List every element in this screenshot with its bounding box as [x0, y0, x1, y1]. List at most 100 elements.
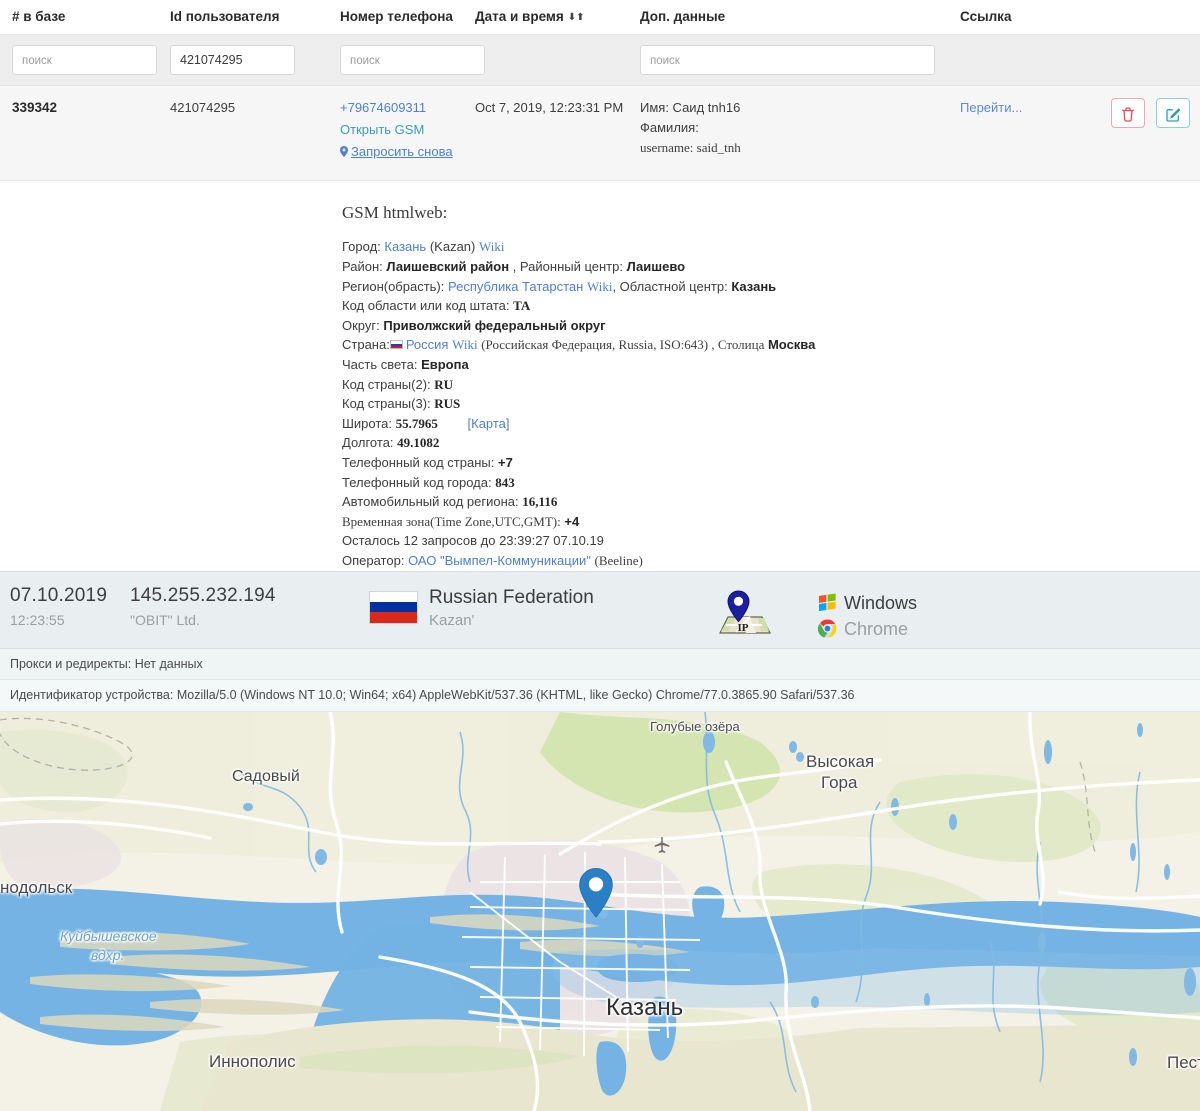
table-head: # в базе Id пользователя Номер телефона … — [0, 0, 1200, 35]
filter-cell-user-id — [170, 34, 340, 86]
search-input-phone[interactable] — [340, 45, 485, 75]
cell-id-base: 339342 — [0, 85, 170, 182]
goto-link[interactable]: Перейти... — [960, 100, 1022, 115]
gsm-line-cc3-value: RUS — [434, 396, 461, 412]
filter-cell-actions — [1090, 34, 1200, 86]
gsm-line-country-phone-code-label: Телефонный код страны: — [342, 454, 495, 470]
gsm-line-city-link[interactable]: Казань — [384, 239, 426, 254]
search-input-extra[interactable] — [640, 45, 935, 75]
ip-info-band: 07.10.2019 12:23:55 145.255.232.194 "OBI… — [0, 570, 1200, 649]
col-header-link[interactable]: Ссылка — [960, 0, 1200, 35]
gsm-line-cc2-value: RU — [434, 376, 454, 392]
gsm-line-longitude-label: Долгота: — [342, 435, 394, 451]
gsm-line-country-link[interactable]: Россия — [406, 337, 449, 352]
gsm-detail-lines: Город: Казань (Kazan) Wiki Район: Лаишев… — [342, 237, 1200, 570]
user-agent-row: Идентификатор устройства: Mozilla/5.0 (W… — [0, 679, 1200, 712]
ip-client-block: Windows Chrome — [817, 591, 917, 643]
col-header-extra-label: Доп. данные — [640, 9, 726, 24]
gsm-line-car-region-code-label: Автомобильный код региона: — [342, 494, 519, 510]
proxy-info-text: Прокси и редиректы: Нет данных — [10, 656, 203, 671]
search-input-id-base[interactable] — [12, 45, 157, 75]
gsm-line-country-wiki[interactable]: Wiki — [452, 337, 477, 352]
gsm-line-district-center-value: Лаишево — [626, 259, 686, 275]
header-row: # в базе Id пользователя Номер телефона … — [0, 0, 1200, 35]
gsm-line-cc2: Код страны(2): RU — [342, 375, 1200, 395]
table-body: 339342 421074295 +79674609311 Открыть GS… — [0, 34, 1200, 182]
gsm-map-link[interactable]: [Карта] — [468, 416, 510, 431]
ip-date-value: 07.10.2019 — [10, 584, 108, 606]
col-header-user-id[interactable]: Id пользователя — [170, 0, 340, 35]
edit-button[interactable] — [1156, 98, 1191, 128]
gsm-line-operator-link[interactable]: ОАО "Вымпел-Коммуникации" — [408, 553, 591, 568]
gsm-line-region-wiki[interactable]: Wiki — [587, 279, 612, 294]
open-gsm-link[interactable]: Открыть GSM — [340, 120, 465, 140]
gsm-line-district-center-label: , Районный центр: — [512, 259, 623, 275]
gsm-line-cc3: Код страны(3): RUS — [342, 394, 1200, 414]
gsm-line-longitude-value: 49.1082 — [397, 435, 440, 451]
datetime-value: Oct 7, 2019, 12:23:31 PM — [475, 100, 624, 115]
gsm-line-latitude-value: 55.7965 — [395, 415, 438, 431]
gsm-line-region-link[interactable]: Республика Татарстан — [448, 279, 583, 294]
request-again-label: Запросить снова — [351, 144, 453, 160]
ip-location-block: Russian Federation Kazan' — [370, 586, 594, 629]
gsm-line-okrug-label: Округ: — [342, 317, 380, 333]
gsm-line-country-phone-code: Телефонный код страны: +7 — [342, 453, 1200, 473]
col-header-datetime[interactable]: Дата и время ⬇⬆ — [475, 0, 640, 35]
gsm-line-country-label: Страна: — [342, 337, 390, 353]
gsm-line-country-phone-code-value: +7 — [497, 454, 513, 470]
ip-browser-row: Chrome — [817, 617, 917, 643]
proxy-info-row: Прокси и редиректы: Нет данных — [0, 648, 1200, 680]
col-header-link-label: Ссылка — [960, 9, 1012, 24]
gsm-line-cc2-label: Код страны(2): — [342, 376, 431, 392]
ip-address-block: 145.255.232.194 "OBIT" Ltd. — [130, 585, 276, 628]
col-header-phone[interactable]: Номер телефона — [340, 0, 475, 35]
sort-arrows-icon[interactable]: ⬇⬆ — [568, 13, 585, 23]
gsm-line-state-code-label: Код области или код штата: — [342, 298, 510, 314]
chrome-logo-icon — [817, 618, 837, 641]
ip-time-value: 12:23:55 — [10, 611, 65, 628]
gsm-line-region-center-value: Казань — [731, 278, 777, 294]
gsm-line-region: Регион(обрасть): Республика Татарстан Wi… — [342, 277, 1200, 297]
gsm-line-cc3-label: Код страны(3): — [342, 396, 431, 412]
gsm-line-okrug-value: Приволжский федеральный округ — [383, 317, 606, 333]
trash-icon — [1122, 107, 1135, 122]
ip-city-value: Kazan' — [429, 611, 475, 629]
gsm-line-continent-label: Часть света: — [342, 356, 418, 372]
delete-button[interactable] — [1111, 98, 1146, 128]
gsm-line-district-label: Район: — [342, 259, 383, 275]
col-header-id-base-label: # в базе — [12, 9, 66, 24]
ip-browser-label: Chrome — [844, 619, 909, 640]
gsm-line-okrug: Округ: Приволжский федеральный округ — [342, 316, 1200, 336]
gsm-line-continent-value: Европа — [421, 356, 469, 372]
cell-link: Перейти... — [960, 85, 1090, 182]
col-header-datetime-label: Дата и время — [475, 9, 564, 24]
cell-datetime: Oct 7, 2019, 12:23:31 PM — [475, 85, 640, 182]
gsm-line-city-latin: (Kazan) — [429, 239, 476, 255]
filter-cell-id-base — [0, 34, 170, 86]
gsm-line-city: Город: Казань (Kazan) Wiki — [342, 237, 1200, 257]
gsm-line-district-value: Лаишевский район — [386, 259, 510, 275]
map-view[interactable]: Голубые озёра Высокая Гора Садовый нодольск К… — [0, 711, 1200, 1111]
extra-line-surname: Фамилия: — [640, 120, 699, 136]
gsm-line-car-region-code-value: 16,116 — [522, 494, 558, 510]
ip-os-label: Windows — [844, 593, 918, 614]
gsm-line-country-capital: Москва — [767, 337, 816, 353]
col-header-extra[interactable]: Доп. данные — [640, 0, 960, 35]
col-header-phone-label: Номер телефона — [340, 9, 453, 24]
filter-cell-phone — [340, 34, 485, 86]
col-header-id-base[interactable]: # в базе — [0, 0, 170, 35]
ip-location-pin-icon: IP — [712, 589, 774, 640]
request-again-link[interactable]: Запросить снова — [340, 142, 465, 162]
filter-cell-extra — [640, 34, 960, 86]
ip-os-row: Windows — [818, 591, 917, 617]
cell-actions — [1090, 85, 1200, 182]
phone-number-link[interactable]: +79674609311 — [340, 98, 465, 118]
svg-text:IP: IP — [738, 622, 749, 634]
edit-icon — [1165, 108, 1180, 122]
gsm-line-timezone-label: Временная зона(Time Zone,UTC,GMT): — [342, 513, 561, 529]
ip-country-value: Russian Federation — [429, 586, 594, 608]
user-id-value: 421074295 — [170, 100, 236, 115]
gsm-detail-title: GSM htmlweb: — [342, 203, 448, 223]
gsm-line-city-wiki[interactable]: Wiki — [479, 239, 504, 254]
search-input-user-id[interactable] — [170, 45, 295, 75]
